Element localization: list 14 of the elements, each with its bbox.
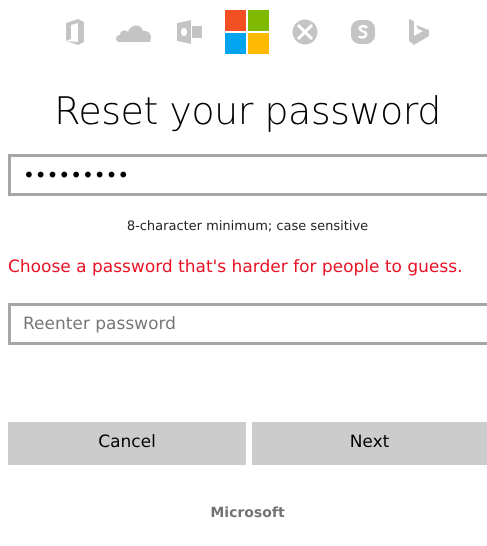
page-title: Reset your password (53, 89, 442, 135)
password-field[interactable]: ••••••••• (8, 154, 487, 196)
mail-icon (177, 19, 203, 45)
error-message: Choose a password that's harder for people to guess. (8, 256, 464, 280)
search-engine-icon (408, 19, 430, 45)
reenter-password-field[interactable]: Reenter password (8, 302, 487, 345)
office-icon (65, 19, 85, 45)
chat-icon (350, 19, 376, 45)
logo-icon (225, 10, 269, 54)
next-button[interactable]: Next (252, 422, 487, 465)
password-hint: 8-character minimum; case sensitive (126, 218, 370, 236)
cancel-button[interactable]: Cancel (8, 422, 246, 465)
gamepad-circle-icon (292, 19, 318, 45)
footer-brand: Microsoft (209, 504, 286, 523)
